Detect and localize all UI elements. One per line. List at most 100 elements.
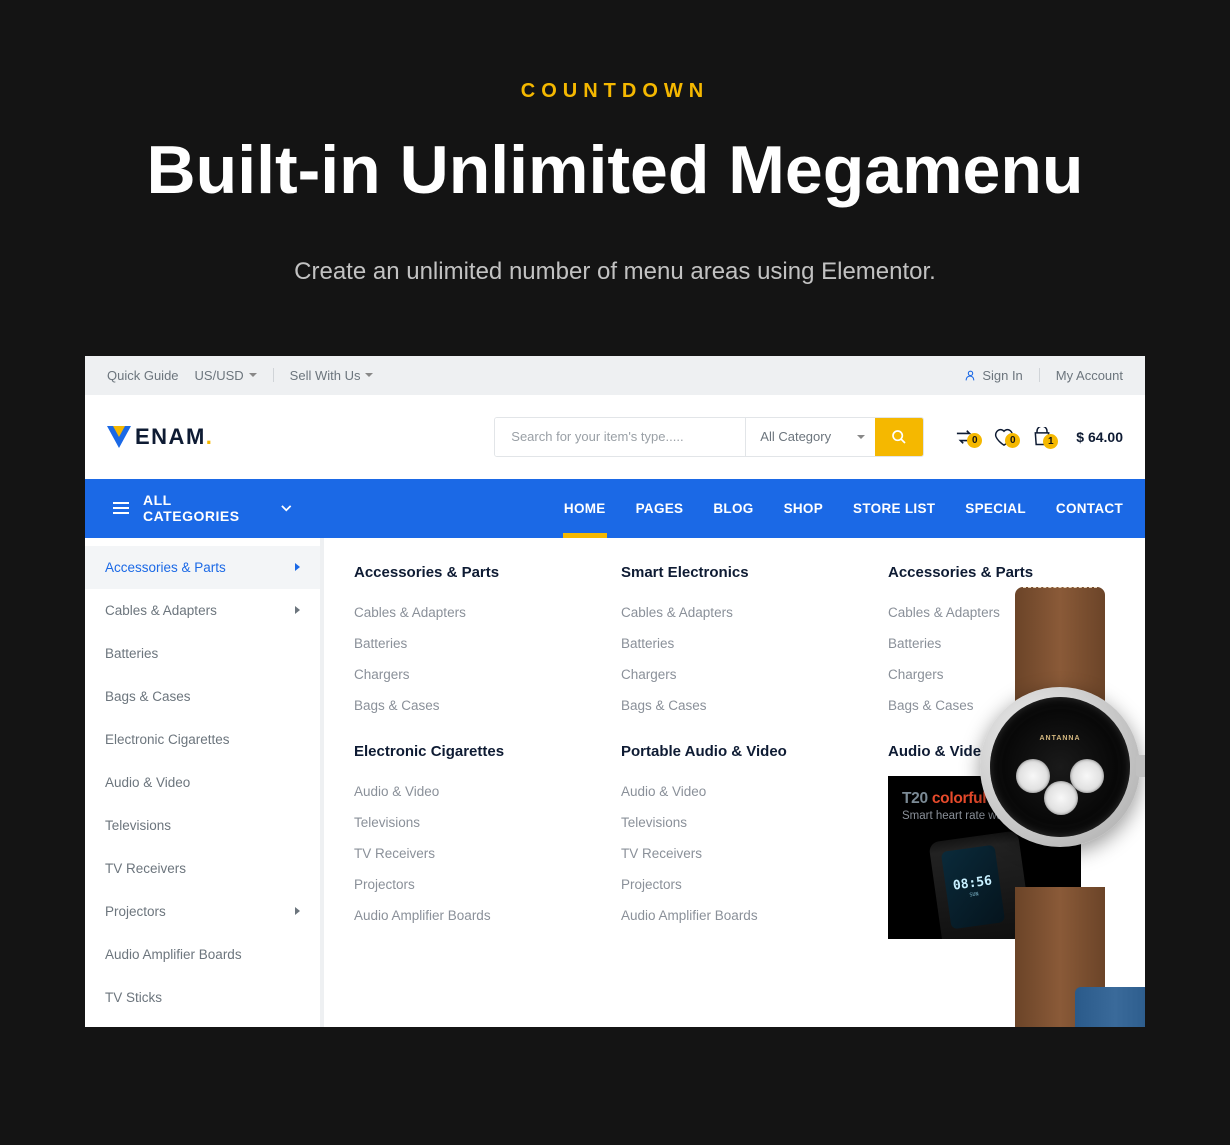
mega-link[interactable]: Televisions — [354, 807, 581, 838]
promo-title: T20 colorful screen — [902, 790, 1038, 808]
mega-link[interactable]: Audio & Video — [354, 776, 581, 807]
mega-col-1: Accessories & Parts Cables & AdaptersBat… — [354, 564, 581, 1001]
nav-link-contact[interactable]: CONTACT — [1056, 479, 1123, 538]
nav-link-home[interactable]: HOME — [564, 479, 606, 538]
sidebar-item[interactable]: Projectors — [85, 890, 320, 933]
nav-link-blog[interactable]: BLOG — [713, 479, 753, 538]
sell-label: Sell With Us — [290, 368, 361, 383]
cart-button[interactable]: 1 — [1032, 427, 1052, 447]
sidebar-item[interactable]: Batteries — [85, 632, 320, 675]
mega-link[interactable]: Televisions — [621, 807, 848, 838]
mega-link[interactable]: Batteries — [888, 628, 1115, 659]
mega-link[interactable]: Bags & Cases — [888, 690, 1115, 721]
sign-in-link[interactable]: Sign In — [964, 368, 1022, 383]
hamburger-icon — [113, 502, 129, 514]
caret-down-icon — [249, 373, 257, 377]
mega-link[interactable]: TV Receivers — [621, 838, 848, 869]
mega-link[interactable]: Audio Amplifier Boards — [621, 900, 848, 931]
wishlist-button[interactable]: 0 — [994, 428, 1014, 446]
promo-banner[interactable]: T20 colorful screen Smart heart rate wat… — [888, 776, 1081, 939]
chevron-down-icon — [281, 505, 292, 512]
mega-heading: Accessories & Parts — [888, 564, 1115, 581]
user-icon — [964, 369, 977, 382]
mega-link[interactable]: Bags & Cases — [354, 690, 581, 721]
currency-selector[interactable]: US/USD — [195, 368, 257, 383]
mega-link[interactable]: Audio Amplifier Boards — [354, 900, 581, 931]
mega-link[interactable]: Chargers — [354, 659, 581, 690]
nav-links: HOME PAGES BLOG SHOP STORE LIST SPECIAL CONTAC… — [320, 479, 1145, 538]
search-category-select[interactable]: All Category — [745, 418, 875, 456]
chevron-right-icon — [295, 563, 300, 571]
my-account-link[interactable]: My Account — [1056, 368, 1123, 383]
chevron-right-icon — [295, 907, 300, 915]
search-bar: All Category — [494, 417, 924, 457]
promo-subtitle: Smart heart rate watch — [902, 810, 1018, 822]
mega-link[interactable]: Batteries — [621, 628, 848, 659]
topbar: Quick Guide US/USD Sell With Us Sign In … — [85, 356, 1145, 395]
sidebar-item[interactable]: TV Sticks — [85, 976, 320, 1019]
mega-heading: Electronic Cigarettes — [354, 743, 581, 760]
mega-heading: Portable Audio & Video — [621, 743, 848, 760]
logo-icon — [107, 426, 131, 448]
logo-text: ENAM. — [135, 424, 213, 450]
mega-link[interactable]: Batteries — [354, 628, 581, 659]
hero-subtitle: Create an unlimited number of menu areas… — [40, 258, 1190, 286]
mega-heading: Smart Electronics — [621, 564, 848, 581]
navbar: ALL CATEGORIES HOME PAGES BLOG SHOP STORE LI… — [85, 479, 1145, 538]
nav-link-special[interactable]: SPECIAL — [965, 479, 1026, 538]
cart-total: $ 64.00 — [1076, 429, 1123, 445]
mega-link[interactable]: Projectors — [621, 869, 848, 900]
sidebar-item-label: Audio & Video — [105, 775, 190, 790]
sidebar-item[interactable]: Audio Amplifier Boards — [85, 933, 320, 976]
sidebar-item[interactable]: Televisions — [85, 804, 320, 847]
sell-with-us-link[interactable]: Sell With Us — [290, 368, 374, 383]
sidebar-item[interactable]: Accessories & Parts — [85, 546, 320, 589]
sidebar-item-label: Cables & Adapters — [105, 603, 217, 618]
sidebar-item-label: Accessories & Parts — [105, 560, 226, 575]
search-icon — [891, 429, 907, 445]
search-input[interactable] — [495, 418, 745, 456]
sidebar-item[interactable]: Cables & Adapters — [85, 589, 320, 632]
sidebar-item[interactable]: Bags & Cases — [85, 675, 320, 718]
mega-col-2: Smart Electronics Cables & AdaptersBatte… — [621, 564, 848, 1001]
mega-link[interactable]: Cables & Adapters — [354, 597, 581, 628]
mega-col-3: Accessories & Parts Cables & AdaptersBat… — [888, 564, 1115, 1001]
category-sidebar: Accessories & Parts Cables & Adapters Batt… — [85, 538, 320, 1027]
mega-link[interactable]: Audio & Video — [621, 776, 848, 807]
mega-link[interactable]: TV Receivers — [354, 838, 581, 869]
nav-link-store-list[interactable]: STORE LIST — [853, 479, 935, 538]
compare-badge: 0 — [967, 433, 982, 448]
mega-link[interactable]: Cables & Adapters — [888, 597, 1115, 628]
mega-link[interactable]: Cables & Adapters — [621, 597, 848, 628]
quick-guide-link[interactable]: Quick Guide — [107, 368, 179, 383]
sidebar-item-label: Televisions — [105, 818, 171, 833]
hero-eyebrow: COUNTDOWN — [40, 80, 1190, 103]
megamenu-panel: Accessories & Parts Cables & AdaptersBat… — [324, 538, 1145, 1027]
mega-heading: Audio & Video — [888, 743, 1115, 760]
search-button[interactable] — [875, 418, 923, 456]
mega-link[interactable]: Bags & Cases — [621, 690, 848, 721]
sidebar-item-label: Batteries — [105, 646, 158, 661]
nav-link-shop[interactable]: SHOP — [784, 479, 823, 538]
mega-link[interactable]: Projectors — [354, 869, 581, 900]
currency-label: US/USD — [195, 368, 244, 383]
megamenu-content: Accessories & PartsCables & AdaptersBatt… — [85, 538, 1145, 1027]
compare-button[interactable]: 0 — [954, 428, 976, 446]
logo[interactable]: ENAM. — [107, 424, 213, 450]
sidebar-item-label: Bags & Cases — [105, 689, 191, 704]
sidebar-item-label: Electronic Cigarettes — [105, 732, 230, 747]
sidebar-item[interactable]: Audio & Video — [85, 761, 320, 804]
header-icons: 0 0 1 $ 64.00 — [954, 427, 1123, 447]
all-categories-button[interactable]: ALL CATEGORIES — [85, 479, 320, 538]
sidebar-item[interactable]: TV Receivers — [85, 847, 320, 890]
sidebar-item[interactable]: Electronic Cigarettes — [85, 718, 320, 761]
cart-badge: 1 — [1043, 434, 1058, 449]
sidebar-item-label: TV Sticks — [105, 990, 162, 1005]
nav-link-pages[interactable]: PAGES — [636, 479, 684, 538]
mega-link[interactable]: Chargers — [621, 659, 848, 690]
mega-link[interactable]: Chargers — [888, 659, 1115, 690]
search-category-label: All Category — [760, 429, 831, 444]
divider — [273, 368, 274, 382]
divider — [1039, 368, 1040, 382]
header: ENAM. All Category 0 0 1 — [85, 395, 1145, 479]
